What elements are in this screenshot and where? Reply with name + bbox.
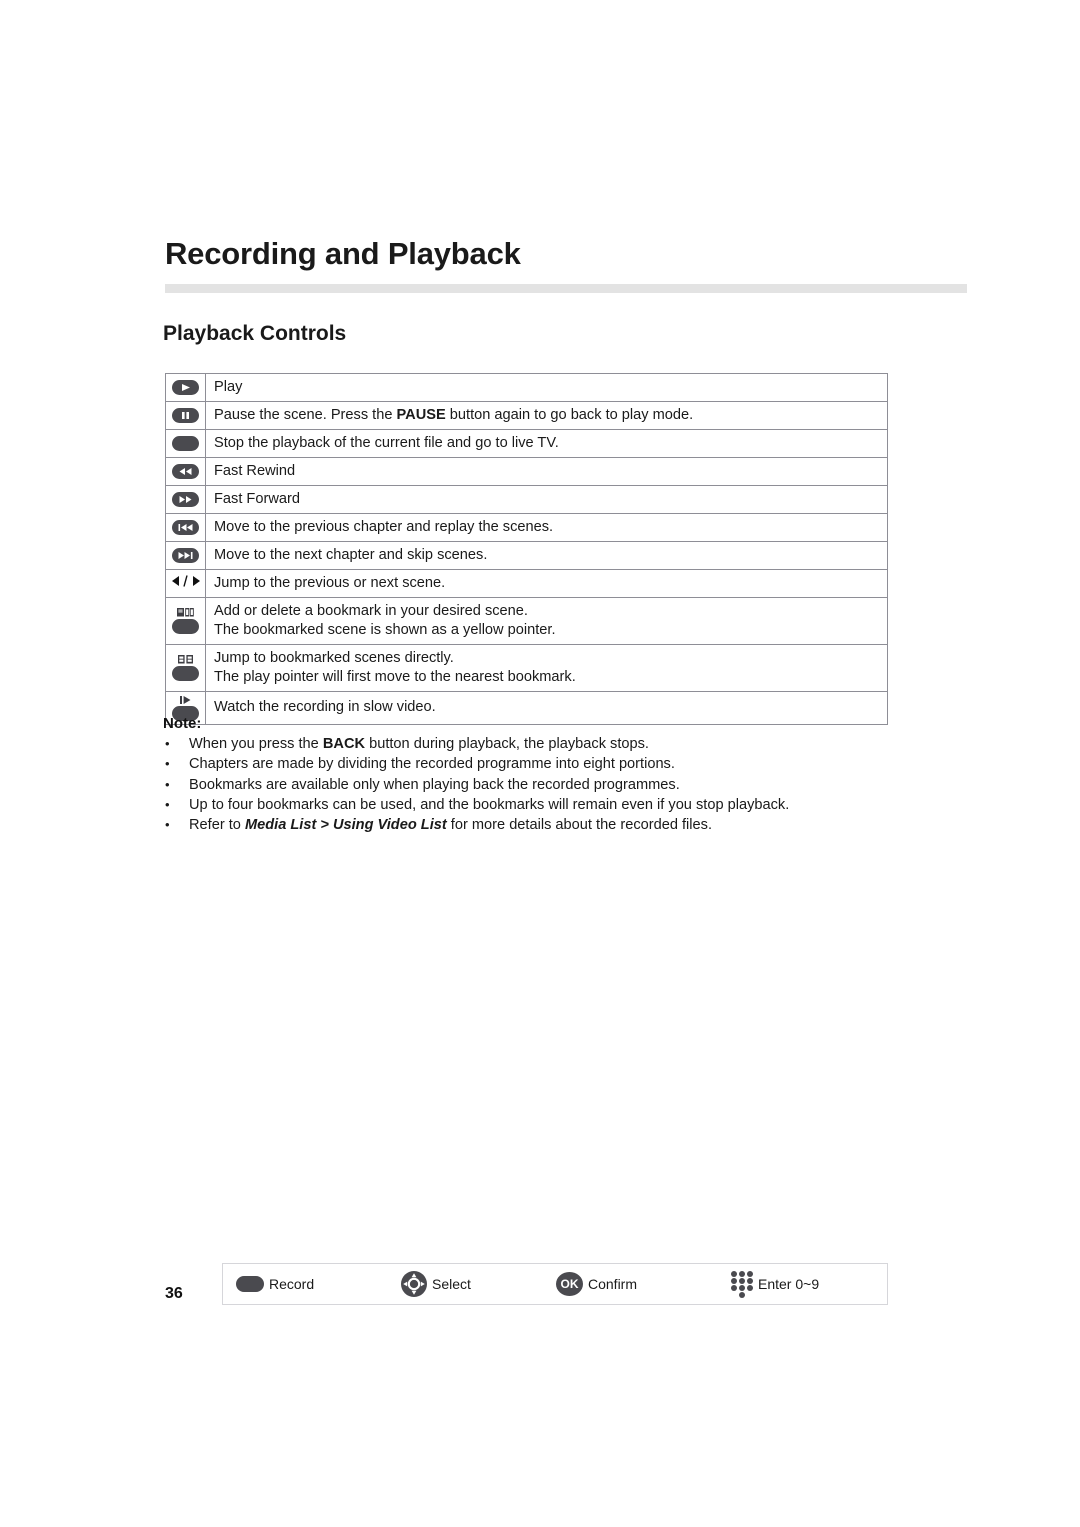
control-description-line: The play pointer will first move to the … <box>214 668 576 685</box>
control-description-line: Move to the next chapter and skip scenes… <box>214 546 488 563</box>
note-list-item: • When you press the BACK button during p… <box>163 735 923 754</box>
record-button-icon <box>236 1276 264 1292</box>
note-list-item: • Chapters are made by dividing the recor… <box>163 755 923 774</box>
control-description-line: Fast Forward <box>214 490 300 507</box>
control-description-cell: Fast Rewind <box>205 456 888 486</box>
control-description-cell: Jump to the previous or next scene. <box>205 568 888 598</box>
control-icon-cell <box>165 400 206 430</box>
note-heading: Note: <box>163 715 202 732</box>
manual-page: Recording and Playback Playback Controls… <box>0 0 1080 1527</box>
control-description-line: Pause the scene. Press the PAUSE button … <box>214 406 694 423</box>
control-icon-cell <box>165 456 206 486</box>
previous-chapter-button-icon <box>172 518 199 535</box>
pause-button-icon <box>172 406 199 423</box>
control-description-cell: Fast Forward <box>205 484 888 514</box>
section-heading: Playback Controls <box>163 322 347 345</box>
fast-forward-button-icon <box>172 490 199 507</box>
bullet-icon: • <box>165 776 170 792</box>
bullet-icon: • <box>165 817 170 833</box>
control-description-cell: Jump to bookmarked scenes directly. The p… <box>205 643 888 692</box>
dpad-select-icon <box>401 1271 427 1297</box>
control-icon-cell <box>165 512 206 542</box>
control-description-cell: Move to the next chapter and skip scenes… <box>205 540 888 570</box>
control-icon-cell <box>165 428 206 458</box>
control-icon-cell <box>165 373 206 402</box>
slow-glyph-icon <box>179 695 192 705</box>
table-row: Play <box>165 373 888 402</box>
table-row: Stop the playback of the current file an… <box>165 428 888 458</box>
control-icon-cell <box>165 484 206 514</box>
playback-controls-table: Play Pause the scene. Press the PAUSE but… <box>165 373 888 725</box>
page-title: Recording and Playback <box>165 236 521 271</box>
table-row: Jump to the previous or next scene. <box>165 568 888 598</box>
footer-legend-bar: Record Select OK Confirm Enter 0~9 <box>222 1263 888 1305</box>
note-list-item: • Up to four bookmarks can be used, and t… <box>163 796 923 815</box>
left-right-arrow-icon <box>169 574 203 588</box>
control-description-cell: Stop the playback of the current file an… <box>205 428 888 458</box>
control-icon-cell <box>165 540 206 570</box>
jump-bookmark-button-icon <box>166 651 205 684</box>
table-row: Pause the scene. Press the PAUSE button … <box>165 400 888 430</box>
play-button-icon <box>172 378 199 395</box>
table-row: Move to the next chapter and skip scenes… <box>165 540 888 570</box>
footer-legend-label: Select <box>432 1276 471 1292</box>
control-description-line: The bookmarked scene is shown as a yello… <box>214 621 556 638</box>
table-row: Fast Rewind <box>165 456 888 486</box>
control-description-line: Jump to the previous or next scene. <box>214 574 446 591</box>
bullet-icon: • <box>165 736 170 751</box>
fast-rewind-button-icon <box>172 462 199 479</box>
footer-legend-label: Enter 0~9 <box>758 1276 820 1292</box>
bullet-icon: • <box>165 756 170 772</box>
note-list-item-text: Chapters are made by dividing the record… <box>189 756 675 773</box>
note-block: Note: • When you press the BACK button du… <box>163 715 923 835</box>
note-list-item-text: When you press the BACK button during pl… <box>189 736 649 752</box>
table-row: Move to the previous chapter and replay … <box>165 512 888 542</box>
bookmark-list-glyph-icon <box>178 654 193 665</box>
page-number: 36 <box>165 1285 183 1302</box>
bullet-icon: • <box>165 797 170 813</box>
control-description-cell: Pause the scene. Press the PAUSE button … <box>205 400 888 430</box>
control-icon-cell <box>165 643 206 692</box>
control-description-line: Stop the playback of the current file an… <box>214 434 559 451</box>
stop-button-icon <box>172 434 199 451</box>
next-chapter-button-icon <box>172 546 199 563</box>
note-list-item-text: Bookmarks are available only when playin… <box>189 776 680 793</box>
note-list-item-text: Refer to Media List > Using Video List f… <box>189 817 713 834</box>
control-description-line: Move to the previous chapter and replay … <box>214 518 554 535</box>
number-keypad-icon <box>731 1270 753 1298</box>
control-description-cell: Add or delete a bookmark in your desired… <box>205 596 888 645</box>
header-divider <box>165 284 967 293</box>
control-description-line: Fast Rewind <box>214 462 296 479</box>
table-row: Jump to bookmarked scenes directly. The p… <box>165 643 888 692</box>
control-icon-cell <box>165 596 206 645</box>
footer-legend-item: OK Confirm <box>556 1272 731 1296</box>
control-description-cell: Play <box>205 373 888 402</box>
control-description-line: Play <box>214 379 243 395</box>
note-list-item: • Bookmarks are available only when playi… <box>163 776 923 795</box>
control-description-line: Add or delete a bookmark in your desired… <box>214 602 528 619</box>
footer-legend-item: Record <box>236 1276 401 1292</box>
ok-button-icon: OK <box>556 1272 583 1296</box>
control-icon-cell <box>165 568 206 598</box>
table-row: Fast Forward <box>165 484 888 514</box>
footer-legend-label: Record <box>269 1276 315 1292</box>
bookmark-add-glyph-icon <box>177 607 194 618</box>
note-list-item-text: Up to four bookmarks can be used, and th… <box>189 797 790 814</box>
control-description-cell: Move to the previous chapter and replay … <box>205 512 888 542</box>
footer-legend-item: Select <box>401 1271 556 1297</box>
note-list-item: • Refer to Media List > Using Video List … <box>163 816 923 835</box>
add-bookmark-button-icon <box>166 604 205 637</box>
control-description-line: Jump to bookmarked scenes directly. <box>214 649 454 666</box>
footer-legend-label: Confirm <box>588 1276 638 1292</box>
table-row: Add or delete a bookmark in your desired… <box>165 596 888 645</box>
footer-legend-item: Enter 0~9 <box>731 1270 820 1298</box>
